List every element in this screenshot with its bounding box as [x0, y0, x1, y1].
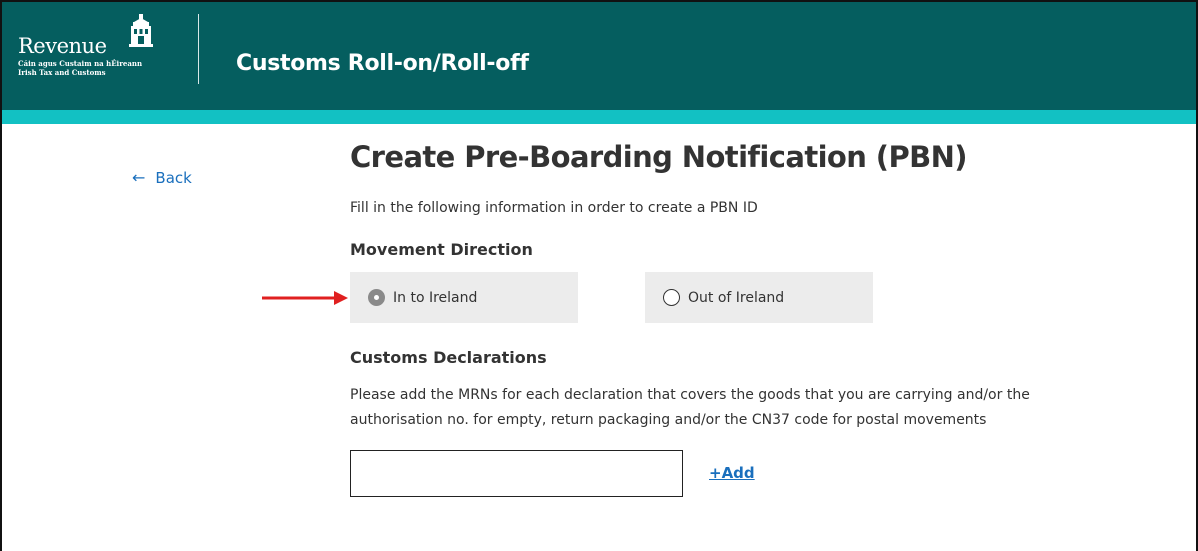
customs-declarations-label: Customs Declarations: [350, 348, 547, 367]
add-mrn-link[interactable]: +Add: [709, 464, 755, 482]
page-intro: Fill in the following information in ord…: [350, 200, 758, 216]
header-accent-bar: [2, 110, 1196, 124]
movement-direction-label: Movement Direction: [350, 240, 533, 259]
customs-house-crest-icon: [129, 14, 153, 47]
annotation-arrow-icon: [262, 291, 348, 305]
revenue-logo[interactable]: Revenue Cáin agus Custaim na hÉireann Ir…: [18, 14, 178, 94]
site-header: Revenue Cáin agus Custaim na hÉireann Ir…: [2, 2, 1196, 110]
radio-unselected-icon[interactable]: [663, 289, 680, 306]
customs-help-text-line2: authorisation no. for empty, return pack…: [350, 412, 987, 428]
mrn-input[interactable]: [350, 450, 683, 497]
app-window: Revenue Cáin agus Custaim na hÉireann Ir…: [0, 0, 1198, 551]
customs-help-text-line1: Please add the MRNs for each declaration…: [350, 387, 1030, 403]
radio-option-out-of-ireland[interactable]: Out of Ireland: [645, 272, 873, 323]
back-link-label: Back: [155, 168, 192, 187]
logo-wordmark: Revenue: [18, 34, 107, 58]
logo-subtitle-english: Irish Tax and Customs: [18, 68, 106, 77]
page-title: Create Pre-Boarding Notification (PBN): [350, 140, 968, 174]
arrow-left-icon: ←: [132, 168, 146, 187]
radio-option-label: Out of Ireland: [688, 289, 785, 306]
back-link[interactable]: ← Back: [132, 168, 192, 187]
radio-option-in-to-ireland[interactable]: In to Ireland: [350, 272, 578, 323]
radio-selected-icon[interactable]: [368, 289, 385, 306]
radio-option-label: In to Ireland: [393, 289, 478, 306]
app-title: Customs Roll-on/Roll-off: [236, 51, 529, 76]
logo-subtitle-irish: Cáin agus Custaim na hÉireann: [18, 59, 143, 68]
header-divider: [198, 14, 199, 84]
